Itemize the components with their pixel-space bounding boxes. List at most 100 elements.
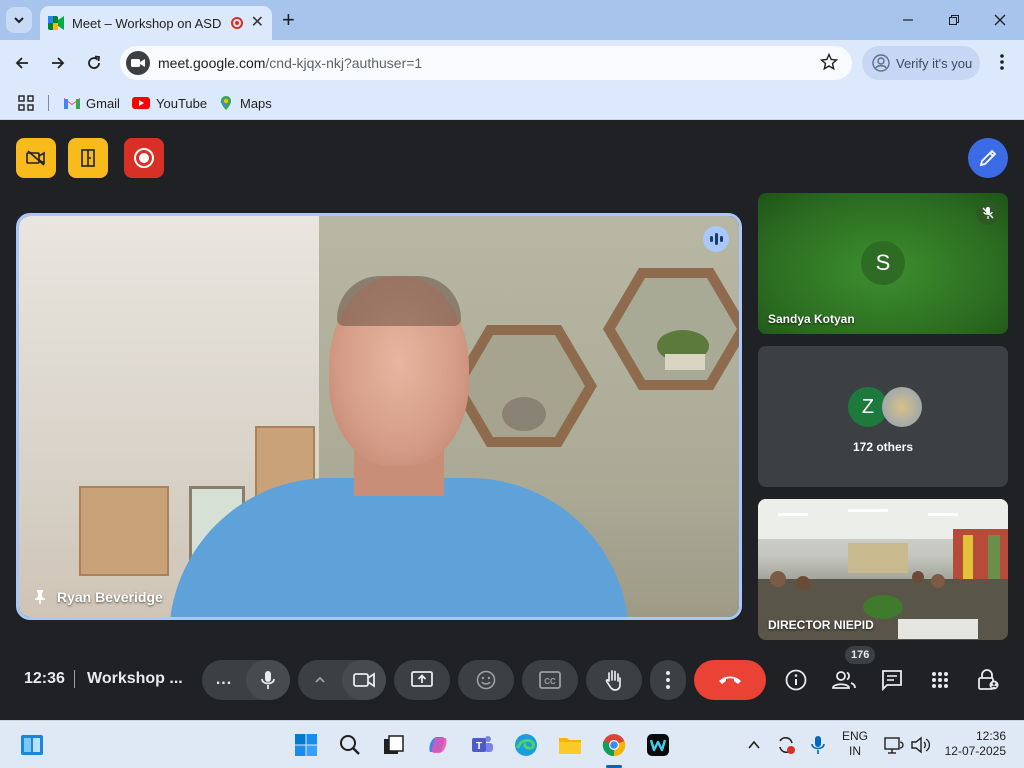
volume-button[interactable] [906,731,934,759]
forward-button[interactable] [46,51,70,75]
teams-button[interactable]: T [468,731,496,759]
system-clock[interactable]: 12:36 12-07-2025 [945,729,1006,759]
microphone-in-use-button[interactable] [804,731,832,759]
microphone-icon [261,671,275,689]
chevron-down-icon [14,17,24,24]
captions-button[interactable]: CC [522,660,578,700]
meet-favicon-icon [48,16,64,30]
participant-name: Sandya Kotyan [768,312,855,326]
video-feed [19,216,739,617]
recording-button[interactable] [124,138,164,178]
new-tab-button[interactable]: + [282,8,295,32]
bookmark-gmail[interactable]: Gmail [64,92,120,114]
tab-search-button[interactable] [6,7,32,33]
windows-icon [295,734,317,756]
video-settings-button[interactable] [298,660,342,700]
main-tile-label: Ryan Beveridge [33,589,163,605]
toolbar: meet.google.com/cnd-kjqx-nkj?authuser=1 … [0,40,1024,86]
back-button[interactable] [10,51,34,75]
task-view-button[interactable] [380,731,408,759]
chrome-icon [602,734,626,757]
address-bar[interactable]: meet.google.com/cnd-kjqx-nkj?authuser=1 [120,46,852,80]
verify-identity-button[interactable]: Verify it's you [862,46,980,80]
audio-settings-button[interactable]: ... [202,660,246,700]
minimize-button[interactable] [896,8,920,32]
activities-button[interactable] [922,662,958,698]
apps-button[interactable] [18,92,34,114]
host-breakout-button[interactable] [68,138,108,178]
input-language-button[interactable]: ENG IN [842,729,868,759]
file-explorer-button[interactable] [556,731,584,759]
microphone-icon [811,736,825,754]
meeting-details-button[interactable] [778,662,814,698]
widgets-icon [21,735,43,755]
speaker-icon [911,736,930,754]
participant-name: DIRECTOR NIEPID [768,618,874,632]
lock-person-icon [978,669,999,690]
video-camera-icon [353,672,375,688]
participant-tile[interactable]: S Sandya Kotyan [758,193,1008,334]
reload-button[interactable] [82,51,106,75]
people-button[interactable] [826,662,862,698]
present-screen-button[interactable] [394,660,450,700]
url-path: /cnd-kjqx-nkj?authuser=1 [265,55,423,71]
youtube-icon [132,97,150,109]
mic-button[interactable] [246,660,290,700]
bookmarks-bar: Gmail YouTube Maps [0,86,1024,120]
avatar: S [861,241,905,285]
chrome-button[interactable] [600,731,628,759]
url-host: meet.google.com [158,55,266,71]
door-icon [81,149,95,167]
others-count-label: 172 others [852,440,914,454]
close-tab-icon[interactable]: ✕ [251,15,264,31]
host-camera-control-button[interactable] [16,138,56,178]
svg-text:CC: CC [544,677,556,686]
reactions-button[interactable] [458,660,514,700]
close-window-button[interactable] [988,8,1012,32]
site-info-icon[interactable] [126,51,150,75]
network-button[interactable] [880,731,908,759]
main-video-tile[interactable]: Ryan Beveridge [16,213,742,620]
webex-icon [647,734,669,756]
participant-tile[interactable]: DIRECTOR NIEPID [758,499,1008,640]
people-icon [832,671,856,689]
bookmark-star-button[interactable] [819,52,839,76]
restore-button[interactable] [942,8,966,32]
meeting-title: Workshop ... [87,670,183,687]
widgets-button[interactable] [18,731,46,759]
copilot-button[interactable] [424,731,452,759]
camera-button[interactable] [342,660,386,700]
chat-icon [882,670,902,691]
hexagon-shelf [451,325,597,447]
others-tile[interactable]: Z 172 others [758,346,1008,487]
copilot-icon [429,737,447,753]
meet-stage: Ryan Beveridge S Sandya Kotyan Z 172 oth… [0,120,1024,720]
edge-button[interactable] [512,731,540,759]
raise-hand-button[interactable] [586,660,642,700]
browser-menu-button[interactable] [992,52,1012,77]
tab-meet[interactable]: Meet – Workshop on ASD ✕ [40,6,272,40]
minimize-icon [903,19,913,21]
taskbar: T ENG IN 12:36 12-07-2025 [0,720,1024,768]
bookmark-youtube[interactable]: YouTube [132,92,207,114]
show-hidden-icons-button[interactable] [740,731,768,759]
chat-button[interactable] [874,662,910,698]
participant-name: Ryan Beveridge [57,589,163,605]
language-code: ENG [842,729,869,743]
effects-button[interactable] [968,138,1008,178]
host-controls-button[interactable] [970,662,1006,698]
leave-call-button[interactable] [694,660,766,700]
avatar-photo [882,387,922,427]
tab-title: Meet – Workshop on ASD [72,15,222,31]
more-options-button[interactable] [650,660,686,700]
sync-status-button[interactable] [772,731,800,759]
verify-label: Verify it's you [896,55,973,71]
restore-icon [949,15,959,25]
search-button[interactable] [336,731,364,759]
webex-button[interactable] [644,731,672,759]
start-button[interactable] [292,731,320,759]
pin-icon[interactable] [33,589,47,605]
call-controls: 12:36 Workshop ... ... CC 176 [0,640,1024,720]
bookmark-maps[interactable]: Maps [218,92,272,114]
close-icon [994,14,1006,26]
